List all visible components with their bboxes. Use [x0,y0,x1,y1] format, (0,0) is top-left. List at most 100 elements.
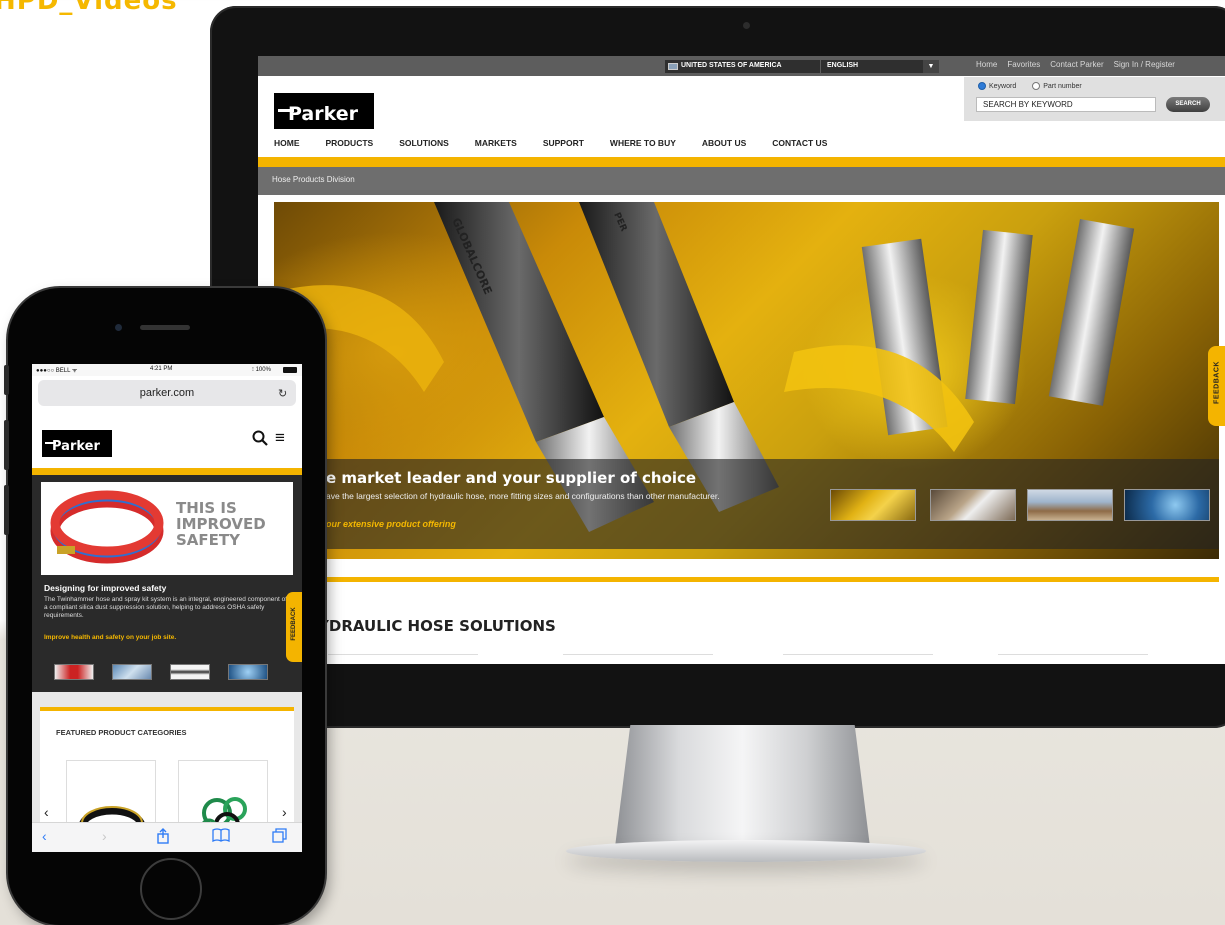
search-panel: Keyword Part number SEARCH [964,77,1225,121]
home-button[interactable] [140,858,202,920]
radio-part-number[interactable]: Part number [1032,82,1082,90]
search-options: Keyword Part number [978,82,1082,90]
divider [563,654,713,655]
search-button[interactable]: SEARCH [1166,97,1210,112]
hero-thumbnail-2[interactable] [930,489,1016,521]
promo-thumbnail-2[interactable] [112,664,152,680]
logo-text: Parker [52,439,100,454]
nav-solutions[interactable]: SOLUTIONS [399,138,449,148]
promo-thumbnail-3[interactable] [170,664,210,680]
phone-side-button [4,365,9,395]
flag-icon [668,63,678,70]
country-selector[interactable]: UNITED STATES OF AMERICA [665,60,820,73]
parker-logo-mark: Parker [278,103,359,125]
parker-logo-mark: Parker [45,439,100,454]
divider [328,654,478,655]
top-link-signin[interactable]: Sign In / Register [1114,60,1175,69]
address-bar[interactable]: parker.com [38,380,296,406]
status-time: 4:21 PM [150,366,173,372]
logo-text: Parker [288,103,359,125]
parker-logo[interactable]: Parker [274,93,374,129]
top-links: Home Favorites Contact Parker Sign In / … [976,60,1175,69]
promo-title-line-3: SAFETY [176,531,240,549]
mobile-parker-logo[interactable]: Parker [42,430,112,457]
reload-icon[interactable]: ↻ [278,387,287,400]
divider [783,654,933,655]
phone-camera [115,324,122,331]
promo-title-line-1: THIS IS [176,499,237,517]
promo-text: The Twinhammer hose and spray kit system… [44,596,288,619]
main-nav: HOME PRODUCTS SOLUTIONS MARKETS SUPPORT … [274,138,853,148]
monitor-stand-base [566,840,926,862]
top-link-contact[interactable]: Contact Parker [1050,60,1103,69]
country-label: UNITED STATES OF AMERICA [681,62,782,69]
hero-thumbnail-4[interactable] [1124,489,1210,521]
phone-screen: ●●●○○ BELL ᯤ 4:21 PM ⁝ 100% parker.com ↻… [32,364,302,852]
promo-title-line-2: IMPROVED [176,515,266,533]
hero-text: ave the largest selection of hydraulic h… [326,491,720,501]
nav-markets[interactable]: MARKETS [475,138,517,148]
feedback-tab[interactable]: FEEDBACK [1208,346,1225,426]
phone-side-button [4,485,9,535]
divider [998,654,1148,655]
status-bar: ●●●○○ BELL ᯤ 4:21 PM ⁝ 100% [32,364,302,376]
back-icon[interactable]: ‹ [42,828,47,844]
chevron-left-icon[interactable]: ‹ [44,804,49,820]
radio-part-label: Part number [1043,82,1082,90]
featured-accent-bar [40,707,294,711]
phone-speaker [140,325,190,330]
radio-keyword[interactable]: Keyword [978,82,1016,90]
chevron-down-icon[interactable]: ▼ [923,60,939,73]
feedback-label: FEEDBACK [1213,361,1221,404]
nav-contact-us[interactable]: CONTACT US [772,138,827,148]
search-icon[interactable] [252,430,268,450]
language-selector[interactable]: ENGLISH [821,60,939,73]
hamburger-menu-icon[interactable]: ≡ [275,428,285,448]
featured-title: FEATURED PRODUCT CATEGORIES [56,728,187,737]
promo-link[interactable]: Improve health and safety on your job si… [44,634,176,641]
phone-side-button [4,420,9,470]
nav-accent-bar [258,157,1225,167]
promo-thumbnail-1[interactable] [54,664,94,680]
hero-banner[interactable]: GLOBALCORE PER e market leader and your … [274,202,1219,559]
carrier-signal: ●●●○○ BELL ᯤ [36,368,78,374]
chevron-right-icon[interactable]: › [282,804,287,820]
monitor-stand [615,725,870,847]
accent-bar [32,468,302,475]
radio-keyword-label: Keyword [989,82,1017,90]
top-link-home[interactable]: Home [976,60,997,69]
search-input[interactable] [976,97,1156,112]
utility-bar: UNITED STATES OF AMERICA ENGLISH ▼ Home … [258,56,1225,76]
mobile-feedback-tab[interactable]: FEEDBACK [286,592,302,662]
promo-thumbnail-4[interactable] [228,664,268,680]
hero-thumbnail-1[interactable] [830,489,916,521]
hero-thumbnail-3[interactable] [1027,489,1113,521]
nav-home[interactable]: HOME [274,138,300,148]
nav-where-to-buy[interactable]: WHERE TO BUY [610,138,676,148]
promo-heading: Designing for improved safety [44,583,167,593]
desktop-screen: UNITED STATES OF AMERICA ENGLISH ▼ Home … [258,56,1225,664]
share-icon[interactable] [156,828,170,847]
radio-unselected-icon [1032,82,1041,90]
hero-heading: e market leader and your supplier of cho… [326,469,697,487]
section-title: YDRAULIC HOSE SOLUTIONS [318,617,556,635]
top-link-favorites[interactable]: Favorites [1007,60,1040,69]
forward-icon[interactable]: › [102,828,107,844]
nav-about-us[interactable]: ABOUT US [702,138,746,148]
bookmarks-icon[interactable] [212,828,230,845]
feedback-label: FEEDBACK [291,607,297,641]
tabs-icon[interactable] [272,828,288,847]
hero-link[interactable]: our extensive product offering [326,519,456,529]
nav-support[interactable]: SUPPORT [543,138,584,148]
battery-percent: ⁝ 100% [252,367,271,373]
promo-banner-title: THIS IS IMPROVED SAFETY [176,500,266,548]
nav-products[interactable]: PRODUCTS [326,138,374,148]
breadcrumb-bar [258,167,1225,195]
radio-selected-icon [978,82,986,90]
breadcrumb[interactable]: Hose Products Division [272,175,355,184]
corner-title: HPD_Videos [0,0,178,16]
battery-icon [283,367,297,373]
section-accent-bar [308,577,1219,582]
language-label: ENGLISH [827,62,859,69]
monitor-camera [743,22,750,29]
